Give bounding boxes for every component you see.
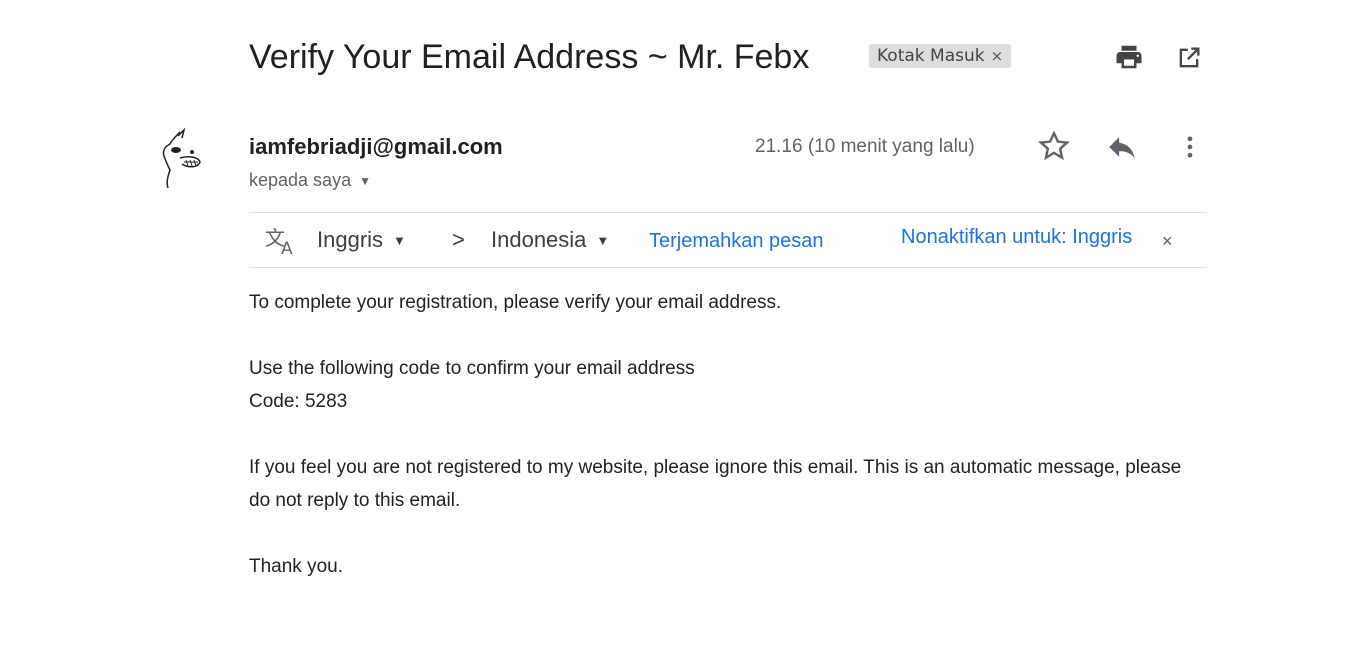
chevron-down-icon[interactable]: ▼ xyxy=(359,174,371,188)
translate-bar: 文 A Inggris ▼ > Indonesia ▼ Terjemahkan … xyxy=(249,212,1207,268)
target-language-label: Indonesia xyxy=(491,227,587,252)
star-icon[interactable] xyxy=(1036,128,1072,164)
body-line: If you feel you are not registered to my… xyxy=(249,457,1182,511)
source-language-label: Inggris xyxy=(317,227,384,252)
chevron-down-icon: ▼ xyxy=(393,232,406,248)
reply-icon[interactable] xyxy=(1104,130,1140,164)
chevron-down-icon: ▼ xyxy=(596,232,610,248)
translate-message-link[interactable]: Terjemahkan pesan xyxy=(649,230,824,253)
target-language-select[interactable]: Indonesia ▼ xyxy=(491,227,609,253)
recipient-details[interactable]: kepada saya ▼ xyxy=(249,170,371,191)
body-line: To complete your registration, please ve… xyxy=(249,292,782,313)
close-icon[interactable]: × xyxy=(1162,231,1173,252)
recipient-label: kepada saya xyxy=(249,170,352,190)
sender-avatar xyxy=(158,126,206,190)
email-header: Verify Your Email Address ~ Mr. Febx Kot… xyxy=(249,36,1209,80)
print-icon[interactable] xyxy=(1114,42,1144,72)
verification-code: Code: 5283 xyxy=(249,391,348,412)
more-vertical-icon[interactable] xyxy=(1176,130,1204,164)
svg-text:A: A xyxy=(281,239,293,257)
email-subject: Verify Your Email Address ~ Mr. Febx xyxy=(249,38,810,76)
remove-label-icon[interactable]: × xyxy=(991,47,1004,65)
body-line: Use the following code to confirm your e… xyxy=(249,358,695,379)
email-body: To complete your registration, please ve… xyxy=(249,286,1189,583)
disable-translation-link[interactable]: Nonaktifkan untuk: Inggris xyxy=(901,226,1132,249)
label-chip-inbox[interactable]: Kotak Masuk × xyxy=(869,44,1012,68)
email-timestamp: 21.16 (10 menit yang lalu) xyxy=(755,136,975,157)
open-in-new-window-icon[interactable] xyxy=(1175,44,1203,72)
label-chip-text: Kotak Masuk xyxy=(877,46,985,66)
sender-email[interactable]: iamfebriadji@gmail.com xyxy=(249,134,503,160)
translate-icon: 文 A xyxy=(265,225,299,259)
body-line: Thank you. xyxy=(249,556,343,577)
source-language-select[interactable]: Inggris ▼ xyxy=(317,227,406,253)
chevron-right-icon: > xyxy=(452,227,465,252)
